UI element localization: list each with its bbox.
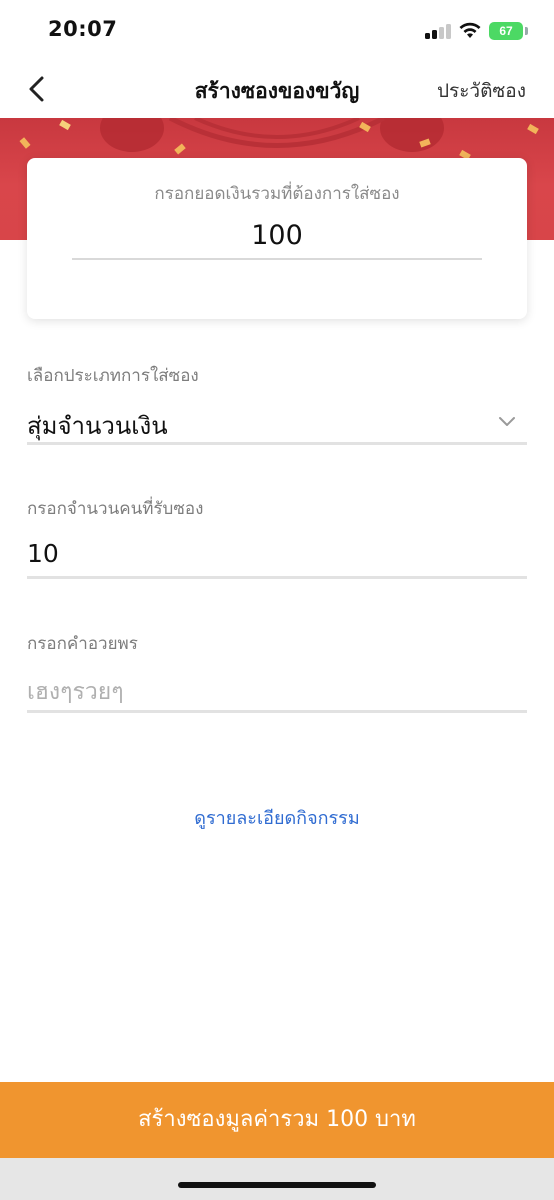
greeting-underline bbox=[27, 710, 527, 713]
greeting-input[interactable]: เฮงๆรวยๆ bbox=[27, 674, 124, 710]
history-link[interactable]: ประวัติซอง bbox=[437, 76, 526, 106]
envelope-type-underline bbox=[27, 442, 527, 445]
greeting-field: กรอกคำอวยพร เฮงๆรวยๆ bbox=[27, 630, 527, 716]
recipients-field: กรอกจำนวนคนที่รับซอง 10 bbox=[27, 495, 527, 581]
amount-card: กรอกยอดเงินรวมที่ต้องการใส่ซอง 100 bbox=[27, 158, 527, 319]
greeting-label: กรอกคำอวยพร bbox=[27, 634, 138, 654]
envelope-type-select[interactable]: สุ่มจำนวนเงิน bbox=[27, 406, 168, 445]
recipients-label: กรอกจำนวนคนที่รับซอง bbox=[27, 499, 204, 519]
envelope-type-field[interactable]: เลือกประเภทการใส่ซอง สุ่มจำนวนเงิน bbox=[27, 362, 527, 448]
status-bar: 20:07 67 bbox=[0, 0, 554, 60]
wifi-icon bbox=[459, 22, 481, 38]
envelope-type-label: เลือกประเภทการใส่ซอง bbox=[27, 366, 199, 386]
signal-icon bbox=[425, 23, 453, 39]
battery-icon: 67 bbox=[489, 22, 523, 40]
recipients-underline bbox=[27, 576, 527, 579]
battery-cap bbox=[525, 27, 528, 35]
chevron-down-icon[interactable] bbox=[497, 414, 517, 428]
status-time: 20:07 bbox=[48, 17, 118, 41]
activity-details-link[interactable]: ดูรายละเอียดกิจกรรม bbox=[0, 803, 554, 832]
amount-input[interactable]: 100 bbox=[27, 220, 527, 251]
home-indicator[interactable] bbox=[178, 1182, 376, 1188]
nav-bar: สร้างซองของขวัญ ประวัติซอง bbox=[0, 60, 554, 118]
recipients-input[interactable]: 10 bbox=[27, 539, 59, 568]
amount-label: กรอกยอดเงินรวมที่ต้องการใส่ซอง bbox=[154, 184, 400, 204]
amount-underline bbox=[72, 258, 482, 260]
create-envelope-button[interactable]: สร้างซองมูลค่ารวม 100 บาท bbox=[0, 1082, 554, 1158]
home-indicator-area bbox=[0, 1158, 554, 1200]
